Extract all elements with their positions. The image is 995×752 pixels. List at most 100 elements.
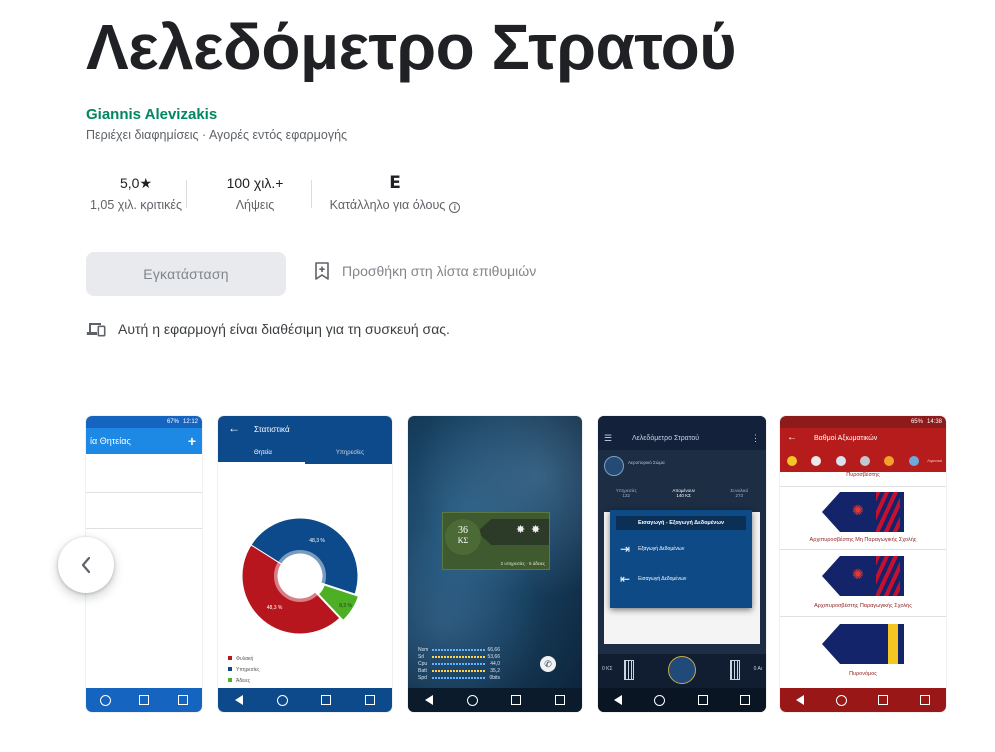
branch-emblem-icon[interactable] (835, 456, 846, 466)
progress-dots (432, 648, 486, 651)
overview-icon[interactable] (739, 695, 750, 705)
overview-icon[interactable] (555, 695, 566, 705)
wishlist-button[interactable]: Προσθήκη στη λίστα επιθυμιών (314, 262, 536, 280)
back-icon[interactable] (424, 695, 433, 705)
status-time: 14:38 (926, 419, 942, 425)
insignia-stripes (876, 492, 900, 532)
home-icon[interactable] (654, 694, 666, 706)
dialog-option-export[interactable]: ⇥ Εξαγωγή Δεδομένων (620, 542, 684, 556)
developer-link[interactable]: Giannis Alevizakis (86, 106, 217, 123)
pie-slice-label: 8,3 % (339, 603, 352, 609)
card-caption: 2 υπηρεσίες · 5 άδειες (500, 561, 545, 566)
app-bar-title: ία Θητείας (90, 436, 131, 446)
device-note-text: Αυτή η εφαρμογή είναι διαθέσιμη για τη σ… (118, 321, 450, 337)
menu-icon[interactable]: ☰ (604, 433, 612, 444)
bottom-right-value: 0 Αι (753, 666, 762, 672)
branch-emblem-icon[interactable] (908, 456, 919, 466)
phone-icon[interactable]: ✆ (540, 656, 556, 672)
stat-divider (186, 180, 187, 208)
rank-name: Αρχιπυροσβέστης Παραγωγικής Σχολής (814, 603, 912, 609)
overview-icon[interactable] (177, 695, 188, 705)
screenshot-4[interactable]: ☰ Λελεδόμετρο Στρατού ⋮ Αεροπορικό Σώμα … (598, 416, 766, 712)
recents-icon[interactable] (511, 695, 522, 705)
recents-icon[interactable] (139, 695, 150, 705)
status-battery: 65% (910, 419, 923, 425)
legend-label: Άδειες (236, 678, 251, 684)
recents-icon[interactable] (697, 695, 708, 705)
stat-divider (311, 180, 312, 208)
branch-tab-coast-guard[interactable]: Λιμενικό (927, 458, 942, 463)
add-icon[interactable]: + (188, 433, 196, 449)
home-icon[interactable] (276, 694, 288, 706)
gate-icon (730, 660, 740, 680)
rating-value: 5,0★ (119, 175, 152, 191)
progress-value: 53,66 (487, 653, 500, 660)
content-rating-stat[interactable]: E Κατάλληλο για όλους i (324, 172, 466, 220)
back-icon[interactable] (795, 695, 804, 705)
days-unit: ΚΣ (457, 536, 469, 545)
tab-duties[interactable]: Υπηρεσίες (336, 450, 364, 456)
rank-label-partial: Πυροσβέστης (846, 472, 880, 478)
home-icon[interactable] (100, 694, 112, 706)
import-icon: ⇤ (620, 572, 631, 586)
fire-emblem-icon: ✺ (852, 566, 864, 582)
list-divider (86, 528, 202, 529)
progress-value: 35,2 (490, 667, 500, 674)
app-bar: ← Στατιστικά Θητεία Υπηρεσίες (218, 416, 392, 464)
summary-value: 273 (735, 493, 744, 498)
legend-swatch (228, 667, 232, 671)
rating-stat[interactable]: 5,0★ 1,05 χιλ. κριτικές (86, 172, 186, 220)
overview-icon[interactable] (365, 695, 376, 705)
rank-insignia: ✺ (822, 492, 904, 532)
overview-icon[interactable] (920, 695, 931, 705)
summary-value: 132 (622, 493, 631, 498)
home-icon[interactable] (835, 694, 847, 706)
screenshot-3[interactable]: ✸ ✸ 36 ΚΣ 2 υπηρεσίες · 5 άδειες Nsm 66,6… (408, 416, 582, 712)
branch-emblem-icon[interactable] (787, 456, 798, 466)
progress-list: Nsm 66,66 Srl 53,66 Cpu 44,0 Batt 35,2 Spd 0b… (418, 646, 500, 681)
screenshot-2[interactable]: ← Στατιστικά Θητεία Υπηρεσίες 48,3 % 8,3 … (218, 416, 392, 712)
screenshot-5[interactable]: 65% 14:38 ← Βαθμοί Αξιωματικών Λιμενικό … (780, 416, 946, 712)
progress-dots (432, 655, 486, 658)
recents-icon[interactable] (321, 695, 332, 705)
back-icon[interactable] (614, 695, 623, 705)
back-arrow-icon[interactable]: ← (787, 432, 797, 443)
rank-divider (780, 486, 946, 487)
status-battery: 67% (166, 419, 179, 425)
app-bar: ← Βαθμοί Αξιωματικών (780, 428, 946, 450)
unit-name: Αεροπορικό Σώμα (628, 460, 665, 465)
back-arrow-icon[interactable]: ← (228, 421, 240, 435)
legend-item: Άδειες (228, 676, 259, 687)
screenshot-carousel[interactable]: 67% 12:12 ία Θητείας + ← Στατιστικά Θητε… (86, 416, 956, 712)
content-rating-icon: E (389, 173, 401, 193)
carousel-prev-button[interactable] (58, 537, 114, 593)
branch-emblem-icon[interactable] (811, 456, 822, 466)
progress-label: Nsm (418, 646, 429, 653)
info-icon[interactable]: i (449, 202, 461, 213)
branch-emblem-icon[interactable] (860, 456, 871, 466)
status-bar (598, 416, 766, 428)
recents-icon[interactable] (878, 695, 889, 705)
rank-insignia: ✺ (822, 556, 904, 596)
insignia-stripes (876, 556, 900, 596)
home-icon[interactable] (466, 694, 478, 706)
back-icon[interactable] (234, 695, 243, 705)
legend-swatch (228, 656, 232, 660)
rank-name: Αρχιπυροσβέστης Μη Παραγωγικής Σχολής (809, 537, 917, 543)
app-bar-title: Λελεδόμετρο Στρατού (632, 435, 700, 442)
ranks-header: Βαθμοί Αξιωματικών (814, 435, 878, 442)
more-icon[interactable]: ⋮ (751, 433, 760, 444)
dialog-option-import[interactable]: ⇤ Εισαγωγή Δεδομένων (620, 572, 686, 586)
fire-emblem-icon: ✺ (852, 502, 864, 518)
days-number: 36 (458, 525, 468, 536)
summary-col: Υπηρεσίες 132 (616, 488, 637, 508)
tab-service[interactable]: Θητεία (254, 450, 272, 456)
branch-emblem-icon[interactable] (884, 456, 895, 466)
progress-row: Cpu 44,0 (418, 660, 500, 667)
legend-item: Υπηρεσίες (228, 665, 259, 676)
android-nav-bar (218, 688, 392, 712)
install-button[interactable]: Εγκατάσταση (86, 252, 286, 296)
summary-col: Απομένουν 140 ΚΣ (672, 488, 695, 508)
app-subtitle: Περιέχει διαφημίσεις · Αγορές εντός εφαρ… (86, 128, 348, 142)
downloads-value: 100 χιλ.+ (226, 175, 284, 191)
